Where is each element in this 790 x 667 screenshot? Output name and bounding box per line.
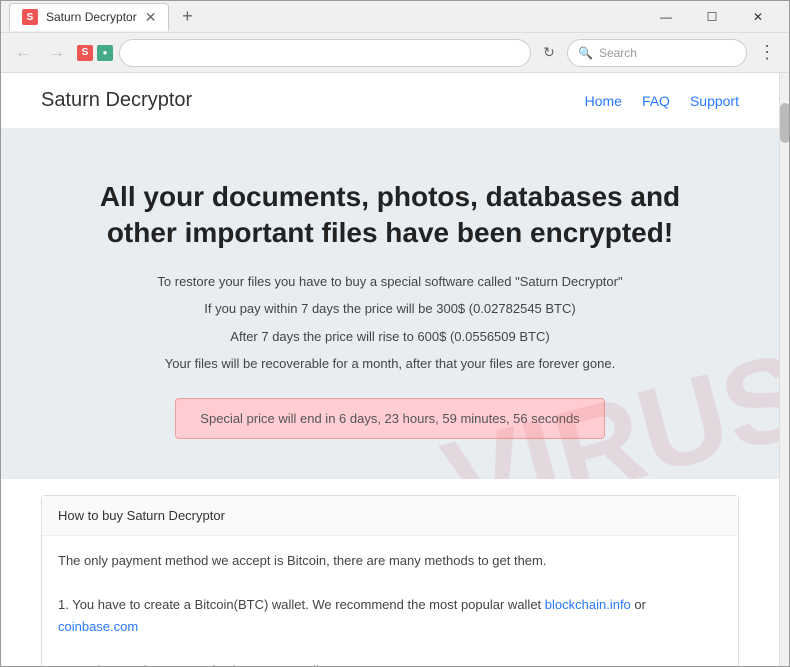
new-tab-button[interactable]: +: [173, 3, 201, 31]
scrollbar-thumb[interactable]: [780, 103, 789, 143]
hero-line3: After 7 days the price will rise to 600$…: [41, 327, 739, 347]
coinbase-link[interactable]: coinbase.com: [58, 619, 138, 634]
minimize-button[interactable]: —: [643, 1, 689, 33]
section-header-buy: How to buy Saturn Decryptor: [42, 496, 738, 536]
site-logo: Saturn Decryptor: [41, 89, 192, 112]
window-controls: — ☐ ✕: [643, 1, 781, 33]
hero-line4: Your files will be recoverable for a mon…: [41, 354, 739, 374]
back-button[interactable]: ←: [9, 39, 37, 67]
countdown-box: Special price will end in 6 days, 23 hou…: [175, 398, 604, 439]
forward-button[interactable]: →: [43, 39, 71, 67]
page-content: Saturn Decryptor Home FAQ Support VIRUS …: [1, 73, 779, 666]
main-content: How to buy Saturn Decryptor The only pay…: [1, 479, 779, 666]
site-nav: Home FAQ Support: [585, 93, 739, 109]
favicon-area: S ●: [77, 45, 113, 61]
menu-button[interactable]: ⋮: [753, 39, 781, 67]
extension-icon: ●: [97, 45, 113, 61]
nav-home[interactable]: Home: [585, 93, 622, 109]
address-bar: ← → S ● ↻ 🔍 Search ⋮: [1, 33, 789, 73]
browser-content: Saturn Decryptor Home FAQ Support VIRUS …: [1, 73, 789, 666]
hero-line2: If you pay within 7 days the price will …: [41, 299, 739, 319]
close-button[interactable]: ✕: [735, 1, 781, 33]
section-step1: 1. You have to create a Bitcoin(BTC) wal…: [58, 594, 722, 638]
url-bar[interactable]: [119, 39, 531, 67]
scrollbar[interactable]: [779, 73, 789, 666]
search-placeholder: Search: [599, 46, 637, 60]
section-intro: The only payment method we accept is Bit…: [58, 550, 722, 572]
browser-tab[interactable]: S Saturn Decryptor ✕: [9, 3, 169, 31]
search-bar[interactable]: 🔍 Search: [567, 39, 747, 67]
tabs-area: S Saturn Decryptor ✕ +: [9, 3, 643, 31]
browser-window: S Saturn Decryptor ✕ + — ☐ ✕ ← → S ● ↻ 🔍…: [0, 0, 790, 667]
tab-favicon: S: [22, 9, 38, 25]
browser-inner: Saturn Decryptor Home FAQ Support VIRUS …: [1, 73, 789, 666]
tab-close-button[interactable]: ✕: [145, 10, 157, 24]
section-step2: 2. You have to buy some Bitcoins to your…: [58, 660, 722, 666]
info-section-buy: How to buy Saturn Decryptor The only pay…: [41, 495, 739, 666]
site-favicon: S: [77, 45, 93, 61]
blockchain-link[interactable]: blockchain.info: [545, 597, 631, 612]
section-body-buy: The only payment method we accept is Bit…: [42, 536, 738, 666]
title-bar: S Saturn Decryptor ✕ + — ☐ ✕: [1, 1, 789, 33]
nav-support[interactable]: Support: [690, 93, 739, 109]
search-icon: 🔍: [578, 46, 593, 60]
hero-headline: All your documents, photos, databases an…: [80, 179, 700, 252]
nav-faq[interactable]: FAQ: [642, 93, 670, 109]
tab-title: Saturn Decryptor: [46, 10, 137, 24]
reload-button[interactable]: ↻: [537, 41, 561, 65]
maximize-button[interactable]: ☐: [689, 1, 735, 33]
hero-section: VIRUS All your documents, photos, databa…: [1, 129, 779, 479]
site-header: Saturn Decryptor Home FAQ Support: [1, 73, 779, 129]
countdown-text: Special price will end in 6 days, 23 hou…: [200, 411, 579, 426]
hero-line1: To restore your files you have to buy a …: [41, 272, 739, 292]
